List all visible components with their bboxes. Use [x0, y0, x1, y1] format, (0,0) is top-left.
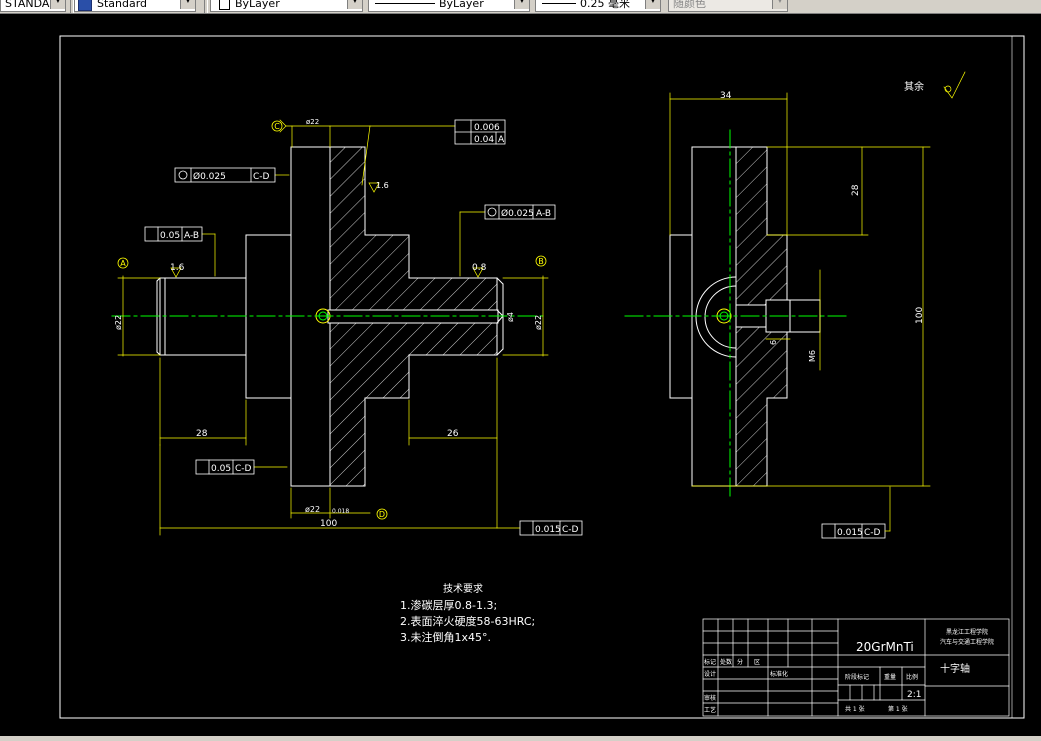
- color-swatch-icon: [219, 0, 230, 10]
- svg-text:黑龙江工程学院: 黑龙江工程学院: [946, 628, 988, 636]
- svg-text:0.006: 0.006: [474, 123, 500, 133]
- model-space-canvas[interactable]: A B C D 0.006 0.04 A Ø0.025 C-D Ø0.025 A…: [0, 14, 1041, 736]
- svg-text:26: 26: [447, 429, 459, 439]
- layer-color-value: ByLayer: [235, 0, 280, 10]
- chevron-down-icon[interactable]: ▼: [50, 0, 65, 9]
- svg-text:34: 34: [720, 91, 732, 101]
- svg-text:设计: 设计: [704, 670, 716, 678]
- svg-text:D: D: [379, 510, 385, 519]
- svg-text:0.05: 0.05: [211, 464, 231, 474]
- linetype-value: ByLayer: [439, 0, 484, 10]
- svg-text:1.6: 1.6: [376, 181, 389, 190]
- cad-drawing: A B C D 0.006 0.04 A Ø0.025 C-D Ø0.025 A…: [59, 35, 1025, 719]
- svg-text:C-D: C-D: [864, 528, 881, 538]
- svg-text:0.05: 0.05: [160, 231, 180, 241]
- svg-text:Ø0.025: Ø0.025: [501, 208, 534, 219]
- svg-text:分: 分: [737, 658, 743, 666]
- status-bar: [0, 736, 1041, 741]
- svg-text:A-B: A-B: [536, 209, 551, 219]
- svg-text:A: A: [120, 259, 126, 268]
- svg-text:28: 28: [851, 184, 861, 196]
- svg-text:比例: 比例: [906, 673, 918, 681]
- svg-text:20GrMnTi: 20GrMnTi: [856, 640, 914, 654]
- svg-text:0.018: 0.018: [332, 508, 349, 515]
- linetype-select[interactable]: ByLayer ▼: [368, 0, 530, 12]
- toolbar-separator: [204, 0, 208, 13]
- dim-style-icon: [78, 0, 92, 11]
- lineweight-select[interactable]: 0.25 毫米 ▼: [535, 0, 661, 12]
- svg-text:阶段标记: 阶段标记: [845, 673, 869, 681]
- drawing-border-outer: [59, 35, 1025, 719]
- chevron-down-icon[interactable]: ▼: [180, 0, 195, 9]
- svg-text:ø22: ø22: [114, 315, 123, 330]
- svg-text:C: C: [274, 122, 280, 131]
- layer-color-select[interactable]: ByLayer ▼: [210, 0, 363, 12]
- drawing-border-inner: [1011, 35, 1025, 719]
- svg-text:标记: 标记: [704, 658, 716, 666]
- lineweight-preview-icon: [542, 3, 576, 4]
- title-block-texts: 20GrMnTi 黑龙江工程学院 汽车与交通工程学院 十字轴 2:1 标记 处数…: [704, 628, 994, 714]
- svg-text:M6: M6: [808, 350, 817, 362]
- svg-text:A-B: A-B: [184, 231, 199, 241]
- svg-text:0.015: 0.015: [535, 525, 561, 535]
- svg-text:技术要求: 技术要求: [443, 582, 483, 595]
- plot-style-select[interactable]: 随颜色 ▼: [668, 0, 788, 12]
- chevron-down-icon[interactable]: ▼: [347, 0, 362, 9]
- svg-text:2.表面淬火硬度58-63HRC;: 2.表面淬火硬度58-63HRC;: [400, 614, 535, 628]
- svg-text:1.6: 1.6: [170, 263, 185, 273]
- svg-text:Ø0.025: Ø0.025: [193, 171, 226, 182]
- dim-style-value: Standard: [97, 0, 148, 10]
- chevron-down-icon[interactable]: ▼: [772, 0, 787, 9]
- svg-text:十字轴: 十字轴: [940, 662, 970, 675]
- technical-requirements: 技术要求 1.渗碳层厚0.8-1.3; 2.表面淬火硬度58-63HRC; 3.…: [400, 582, 535, 644]
- svg-text:0.04: 0.04: [474, 135, 494, 145]
- svg-text:C-D: C-D: [253, 172, 270, 182]
- svg-text:其余: 其余: [904, 80, 924, 93]
- svg-text:汽车与交通工程学院: 汽车与交通工程学院: [940, 638, 994, 646]
- svg-text:重量: 重量: [884, 673, 896, 681]
- svg-text:ø22: ø22: [306, 118, 319, 126]
- svg-text:ø22: ø22: [534, 315, 543, 330]
- chevron-down-icon[interactable]: ▼: [514, 0, 529, 9]
- linetype-preview-icon: [375, 3, 435, 4]
- svg-text:0.015: 0.015: [837, 528, 863, 538]
- svg-text:区: 区: [754, 659, 760, 666]
- svg-text:共 1 张: 共 1 张: [845, 705, 865, 713]
- svg-text:审核: 审核: [704, 694, 716, 702]
- svg-text:2:1: 2:1: [907, 690, 921, 700]
- chevron-down-icon[interactable]: ▼: [645, 0, 660, 9]
- lineweight-value: 0.25 毫米: [580, 0, 630, 10]
- svg-text:B: B: [538, 257, 544, 266]
- svg-text:标准化: 标准化: [770, 670, 788, 678]
- text-style-select[interactable]: STANDARD ▼: [0, 0, 66, 12]
- svg-text:ø4: ø4: [506, 312, 515, 322]
- svg-text:C-D: C-D: [562, 525, 579, 535]
- svg-text:C-D: C-D: [235, 464, 252, 474]
- svg-text:28: 28: [196, 429, 208, 439]
- svg-text:1.渗碳层厚0.8-1.3;: 1.渗碳层厚0.8-1.3;: [400, 598, 497, 612]
- plot-style-value: 随颜色: [673, 0, 706, 10]
- svg-text:第 1 张: 第 1 张: [888, 705, 908, 713]
- svg-text:A: A: [498, 135, 505, 145]
- properties-toolbar: STANDARD ▼ Standard ▼ ByLayer ▼ ByLayer …: [0, 0, 1041, 14]
- svg-text:工艺: 工艺: [704, 706, 716, 714]
- svg-text:3.未注倒角1x45°.: 3.未注倒角1x45°.: [400, 630, 491, 644]
- svg-text:100: 100: [915, 307, 925, 324]
- svg-text:0.8: 0.8: [472, 263, 487, 273]
- svg-text:处数: 处数: [720, 658, 732, 666]
- dim-style-select[interactable]: Standard ▼: [74, 0, 196, 12]
- svg-text:ø22: ø22: [305, 505, 320, 514]
- svg-text:100: 100: [320, 519, 337, 529]
